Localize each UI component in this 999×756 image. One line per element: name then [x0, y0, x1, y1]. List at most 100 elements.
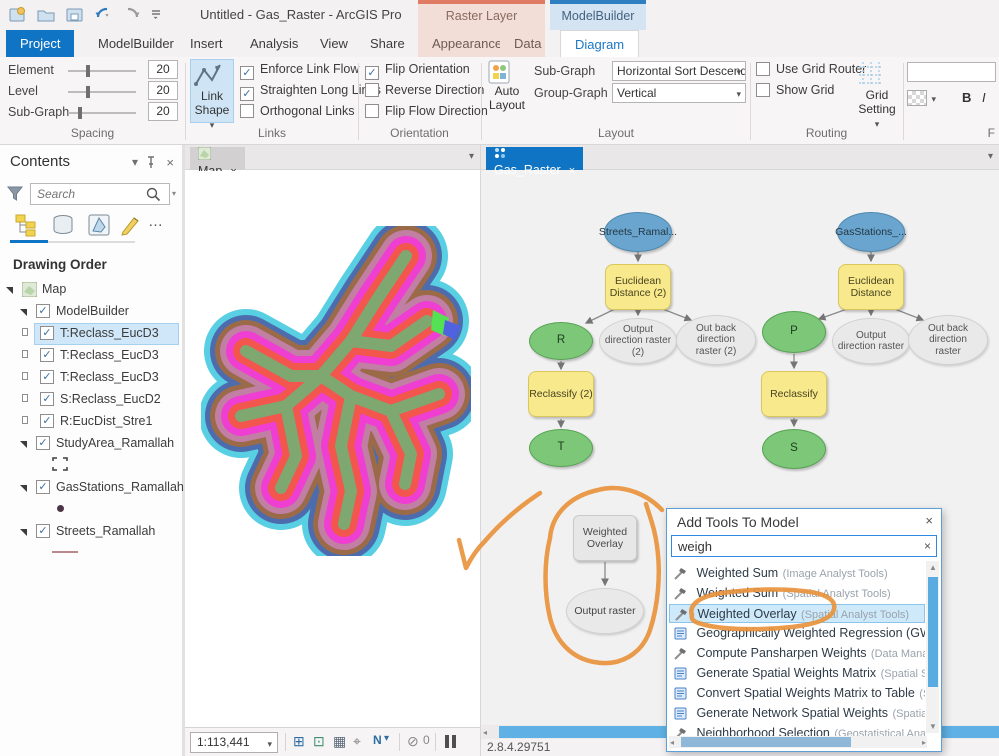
groupgraph-layout-select[interactable]: Vertical▾	[612, 83, 746, 103]
layer-checkbox[interactable]: ✓	[40, 326, 54, 340]
layer-modelbuilder[interactable]: ✓ ModelBuilder	[0, 301, 185, 323]
close-pane-icon[interactable]: ×	[166, 155, 174, 170]
list-by-snapping-icon[interactable]	[86, 213, 112, 237]
layer-checkbox[interactable]: ✓	[40, 392, 54, 406]
tool-item-generate-spatial-weights[interactable]: Generate Spatial Weights Matrix (Spatial…	[669, 664, 925, 683]
filter-icon[interactable]	[6, 185, 24, 203]
map-canvas[interactable]	[186, 171, 479, 727]
model-node-euclidean-distance-2[interactable]: Euclidean Distance (2)	[605, 264, 671, 310]
subgraph-spacing-value[interactable]: 20	[148, 102, 178, 121]
model-node-s[interactable]: S	[762, 429, 826, 469]
list-by-editing-icon[interactable]	[118, 213, 144, 237]
tab-modelbuilder[interactable]: ModelBuilder	[84, 30, 188, 57]
layer-studyarea[interactable]: ✓ StudyArea_Ramallah	[0, 433, 185, 455]
clear-search-icon[interactable]: ×	[924, 539, 931, 553]
search-options-icon[interactable]: ▾	[172, 189, 176, 198]
model-node-output-raster[interactable]: Output raster	[566, 588, 644, 634]
map-view-tab[interactable]: Map×	[190, 147, 245, 170]
element-spacing-slider[interactable]	[68, 70, 136, 72]
dialog-hscroll-thumb[interactable]	[681, 737, 851, 747]
tab-project[interactable]: Project	[6, 30, 74, 57]
tab-view[interactable]: View	[306, 30, 362, 57]
streets-symbol-row[interactable]	[0, 543, 185, 563]
level-spacing-value[interactable]: 20	[148, 81, 178, 100]
checkbox-flip-flow-direction[interactable]: Flip Flow Direction	[365, 104, 488, 120]
bold-button[interactable]: B	[962, 90, 971, 105]
tab-share[interactable]: Share	[356, 30, 419, 57]
element-spacing-value[interactable]: 20	[148, 60, 178, 79]
subgraph-spacing-slider[interactable]	[68, 112, 136, 114]
tool-item-gwr[interactable]: Geographically Weighted Regression (GWR)…	[669, 624, 925, 643]
tool-item-weighted-sum-image[interactable]: Weighted Sum (Image Analyst Tools)	[669, 564, 925, 583]
notifications-icon[interactable]: ⊘	[407, 733, 419, 750]
model-node-weighted-overlay[interactable]: Weighted Overlay	[573, 515, 637, 561]
tool-item-generate-network-weights[interactable]: Generate Network Spatial Weights (Spatia…	[669, 704, 925, 723]
layer-checkbox[interactable]: ✓	[40, 370, 54, 384]
attribute-table-icon[interactable]: ▦	[333, 733, 346, 750]
layer-checkbox[interactable]: ✓	[36, 524, 50, 538]
crosshair-icon[interactable]: ⌖	[353, 733, 361, 750]
dialog-vscroll-thumb[interactable]	[928, 577, 938, 687]
font-name-input[interactable]	[907, 62, 996, 82]
checkbox-enforce-link-flow[interactable]: ✓Enforce Link Flow	[240, 62, 359, 78]
checkbox-flip-orientation[interactable]: ✓Flip Orientation	[365, 62, 470, 78]
fill-swatch-button[interactable]: ▾	[907, 89, 936, 107]
scroll-right-icon[interactable]: ▸	[922, 738, 926, 747]
more-tabs-icon[interactable]: …	[148, 213, 174, 237]
map-scale-select[interactable]: 1:113,441▾	[190, 732, 278, 753]
tab-appearance[interactable]: Appearance	[418, 30, 500, 57]
auto-layout-button[interactable]: AutoLayout	[486, 59, 528, 123]
tool-item-weighted-overlay[interactable]: Weighted Overlay (Spatial Analyst Tools)	[669, 604, 925, 623]
tool-item-weighted-sum-spatial[interactable]: Weighted Sum (Spatial Analyst Tools)	[669, 584, 925, 603]
checkbox-use-grid-router[interactable]: Use Grid Router	[756, 62, 866, 78]
open-project-icon[interactable]	[36, 5, 56, 25]
save-project-icon[interactable]	[65, 5, 85, 25]
layer-reclass-eucd3-1[interactable]: ✓ T:Reclass_EucD3	[0, 323, 185, 345]
subgraph-layout-select[interactable]: Horizontal Sort Descending▾	[612, 61, 746, 81]
model-node-out-back-direction-raster-2[interactable]: Out back direction raster (2)	[676, 315, 756, 365]
tab-diagram[interactable]: Diagram	[560, 30, 639, 57]
grid-setting-button[interactable]: Grid Setting ▾	[855, 59, 899, 129]
layer-reclass-eucd3-2[interactable]: ✓ T:Reclass_EucD3	[0, 345, 185, 367]
scroll-up-icon[interactable]: ▲	[929, 563, 937, 572]
tool-item-convert-spatial-weights[interactable]: Convert Spatial Weights Matrix to Table …	[669, 684, 925, 703]
dialog-horizontal-scrollbar[interactable]: ◂ ▸	[669, 736, 927, 748]
layer-checkbox[interactable]: ✓	[40, 414, 54, 428]
layer-checkbox[interactable]: ✓	[36, 436, 50, 450]
dialog-vertical-scrollbar[interactable]: ▲ ▼	[926, 561, 939, 733]
studyarea-symbol-row[interactable]	[0, 455, 185, 475]
model-node-streets-input[interactable]: Streets_Ramal...	[604, 212, 672, 252]
tool-item-compute-pansharpen[interactable]: Compute Pansharpen Weights (Data Managem…	[669, 644, 925, 663]
pin-icon[interactable]	[146, 155, 156, 168]
tab-insert[interactable]: Insert	[176, 30, 237, 57]
checkbox-orthogonal-links[interactable]: Orthogonal Links	[240, 104, 355, 120]
pane-menu-icon[interactable]: ▾	[132, 155, 138, 169]
layer-checkbox[interactable]: ✓	[40, 348, 54, 362]
north-arrow-icon[interactable]: N	[373, 733, 382, 747]
pause-drawing-icon[interactable]	[445, 735, 449, 748]
dialog-close-icon[interactable]: ×	[925, 513, 933, 528]
tool-search-input[interactable]	[671, 535, 937, 557]
italic-button[interactable]: I	[982, 90, 986, 105]
customize-qat-icon[interactable]	[150, 5, 162, 25]
model-node-reclassify[interactable]: Reclassify	[761, 371, 827, 417]
scroll-left-icon[interactable]: ◂	[483, 728, 487, 737]
gasstations-symbol-row[interactable]	[0, 499, 185, 519]
link-shape-button[interactable]: Link Shape ▾	[190, 59, 234, 123]
layer-gasstations[interactable]: ✓ GasStations_Ramallah	[0, 477, 185, 499]
layer-reclass-eucd3-3[interactable]: ✓ T:Reclass_EucD3	[0, 367, 185, 389]
new-map-frame-icon[interactable]: ⊞	[293, 733, 305, 750]
level-spacing-slider[interactable]	[68, 91, 136, 93]
tab-analysis[interactable]: Analysis	[236, 30, 312, 57]
model-node-reclassify-2[interactable]: Reclassify (2)	[528, 371, 594, 417]
tab-data[interactable]: Data	[500, 30, 545, 57]
model-node-output-direction-raster[interactable]: Output direction raster	[832, 318, 910, 364]
model-node-out-back-direction-raster[interactable]: Out back direction raster	[908, 315, 988, 365]
undo-icon[interactable]	[93, 5, 113, 25]
layer-reclass-eucd2[interactable]: ✓ S:Reclass_EucD2	[0, 389, 185, 411]
layer-checkbox[interactable]: ✓	[36, 480, 50, 494]
layer-map[interactable]: Map	[0, 279, 185, 301]
new-project-icon[interactable]	[8, 5, 28, 25]
model-node-output-direction-raster-2[interactable]: Output direction raster (2)	[599, 318, 677, 364]
model-node-euclidean-distance[interactable]: Euclidean Distance	[838, 264, 904, 310]
